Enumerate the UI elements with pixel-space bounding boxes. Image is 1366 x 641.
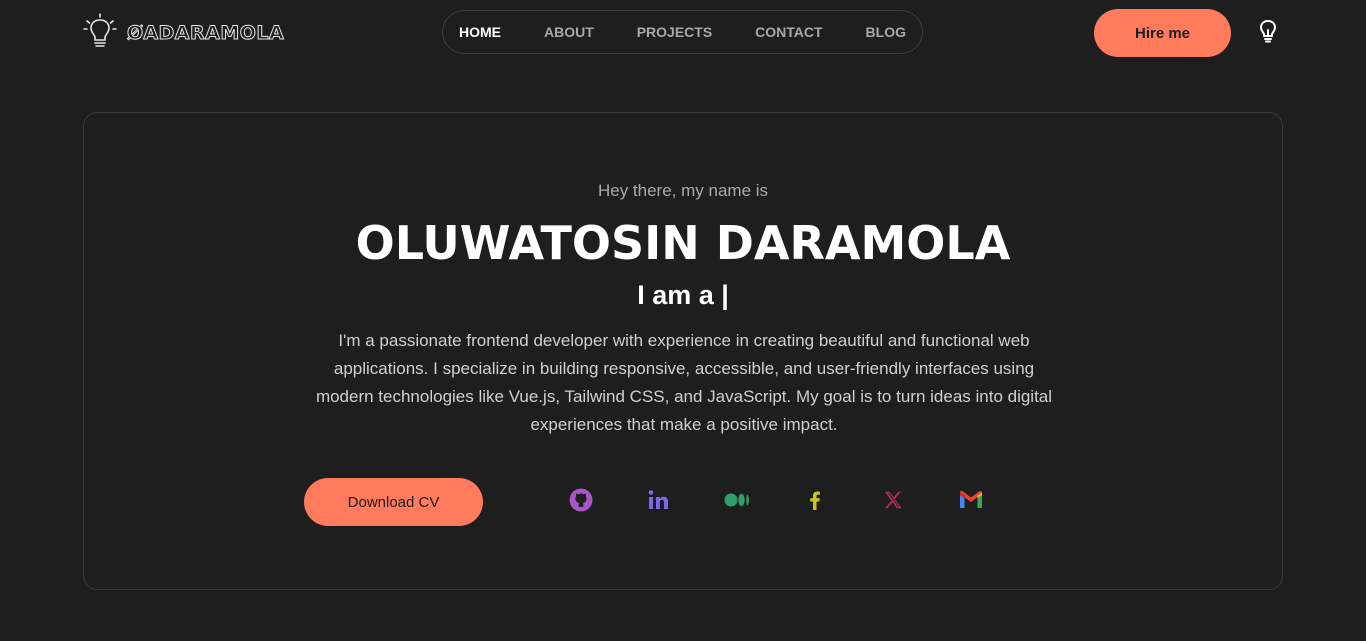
hire-me-button[interactable]: Hire me [1094,9,1231,57]
medium-link[interactable] [724,489,750,515]
gmail-link[interactable] [958,489,984,515]
medium-icon [724,488,750,517]
logo-text: ØADARAMOLA [126,22,285,45]
social-links [568,488,984,517]
lightbulb-logo-icon [83,12,117,54]
hero-greeting: Hey there, my name is [597,181,769,200]
nav-blog[interactable]: BLOG [866,24,906,40]
hero-description: I'm a passionate frontend developer with… [315,331,1053,434]
nav-about[interactable]: ABOUT [544,24,594,40]
github-link[interactable] [568,488,594,517]
lightbulb-icon [1258,19,1278,48]
download-cv-button[interactable]: Download CV [304,478,483,526]
x-icon [882,489,904,516]
gmail-icon [959,490,983,515]
hero-card: Hey there, my name is OLUWATOSIN DARAMOL… [83,112,1283,590]
hero-role-typing: I am a | [637,280,729,310]
x-twitter-link[interactable] [880,489,906,515]
hero-name: OLUWATOSIN DARAMOLA [355,216,1011,270]
nav-home[interactable]: HOME [459,24,501,40]
facebook-link[interactable] [802,489,828,515]
theme-toggle-button[interactable] [1256,19,1280,48]
linkedin-icon [647,488,671,517]
facebook-icon [803,488,827,517]
github-icon [569,488,593,517]
main-nav: HOME ABOUT PROJECTS CONTACT BLOG [442,10,923,54]
site-logo[interactable]: ØADARAMOLA [83,12,285,54]
linkedin-link[interactable] [646,489,672,515]
nav-projects[interactable]: PROJECTS [637,24,712,40]
nav-contact[interactable]: CONTACT [755,24,822,40]
